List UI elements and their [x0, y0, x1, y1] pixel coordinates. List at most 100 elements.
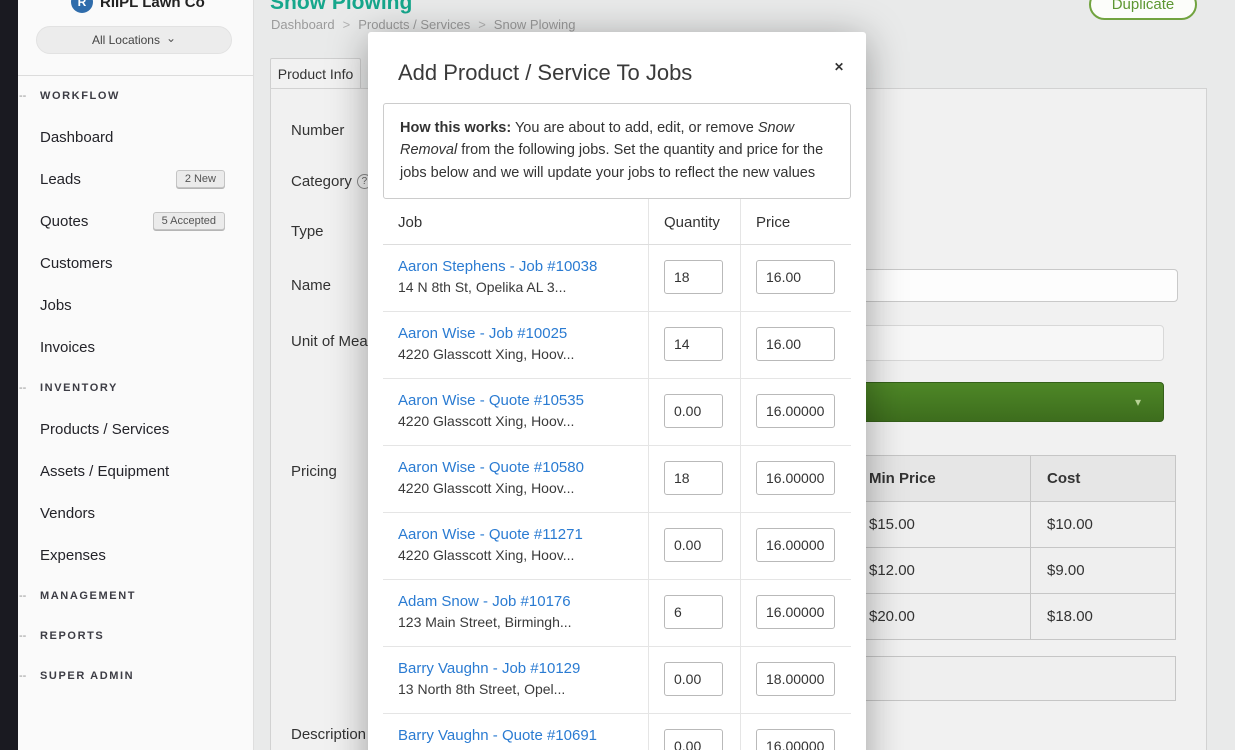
section-dash-icon: --: [19, 382, 26, 394]
job-row: Aaron Wise - Quote #10535 4220 Glasscott…: [383, 379, 851, 446]
job-link[interactable]: Aaron Wise - Job #10025: [398, 325, 633, 342]
note-bold: How this works:: [400, 120, 511, 136]
how-this-works-note: How this works: You are about to add, ed…: [383, 103, 851, 199]
job-link[interactable]: Aaron Stephens - Job #10038: [398, 258, 633, 275]
quotes-badge: 5 Accepted: [153, 212, 225, 230]
sidebar-item-leads[interactable]: Leads 2 New: [18, 158, 253, 200]
locations-label: All Locations: [92, 33, 160, 47]
price-input[interactable]: [756, 260, 835, 294]
min-price-value: $15.00: [852, 502, 1030, 547]
breadcrumb-products-services[interactable]: Products / Services: [358, 17, 470, 32]
nav-item-label: Invoices: [40, 339, 95, 356]
breadcrumb-snow-plowing[interactable]: Snow Plowing: [494, 17, 576, 32]
price-input[interactable]: [756, 595, 835, 629]
sidebar-item-customers[interactable]: Customers: [18, 242, 253, 284]
price-input[interactable]: [756, 528, 835, 562]
job-link[interactable]: Aaron Wise - Quote #11271: [398, 526, 633, 543]
modal-title: Add Product / Service To Jobs: [398, 60, 836, 86]
quantity-input[interactable]: [664, 461, 723, 495]
section-dash-icon: --: [19, 90, 26, 102]
jobs-header-job: Job: [383, 199, 648, 244]
brand-logo-icon: R: [71, 0, 93, 13]
name-label: Name: [291, 277, 331, 294]
quantity-input[interactable]: [664, 260, 723, 294]
quantity-input[interactable]: [664, 528, 723, 562]
chevron-down-icon: ▾: [1135, 395, 1141, 409]
sidebar-item-vendors[interactable]: Vendors: [18, 492, 253, 534]
quantity-input[interactable]: [664, 729, 723, 750]
nav-item-label: Assets / Equipment: [40, 463, 169, 480]
quantity-input[interactable]: [664, 662, 723, 696]
sidebar-item-assets-equipment[interactable]: Assets / Equipment: [18, 450, 253, 492]
nav-section-super-admin[interactable]: -- SUPER ADMIN: [18, 656, 253, 696]
description-label: Description: [291, 726, 366, 743]
breadcrumb: Dashboard > Products / Services > Snow P…: [271, 17, 575, 32]
cost-value: $18.00: [1030, 594, 1175, 639]
nav-section-reports[interactable]: -- REPORTS: [18, 616, 253, 656]
sidebar-item-jobs[interactable]: Jobs: [18, 284, 253, 326]
pricing-header-cost: Cost: [1030, 456, 1175, 501]
chevron-down-icon: ⌄: [166, 31, 176, 45]
breadcrumb-separator: >: [478, 17, 486, 32]
job-link[interactable]: Aaron Wise - Quote #10535: [398, 392, 633, 409]
section-label: WORKFLOW: [40, 90, 120, 102]
jobs-table-header-row: Job Quantity Price: [383, 199, 851, 245]
leads-badge: 2 New: [176, 170, 225, 188]
job-row: Barry Vaughn - Job #10129 13 North 8th S…: [383, 647, 851, 714]
nav-item-label: Dashboard: [40, 129, 113, 146]
sidebar-item-products-services[interactable]: Products / Services: [18, 408, 253, 450]
nav-item-label: Leads: [40, 171, 81, 188]
section-dash-icon: --: [19, 670, 26, 682]
quantity-input[interactable]: [664, 595, 723, 629]
nav-section-workflow: -- WORKFLOW: [18, 76, 253, 116]
sidebar-item-quotes[interactable]: Quotes 5 Accepted: [18, 200, 253, 242]
nav-item-label: Customers: [40, 255, 113, 272]
add-product-to-jobs-modal: Add Product / Service To Jobs ✕ How this…: [368, 32, 866, 750]
sidebar-item-invoices[interactable]: Invoices: [18, 326, 253, 368]
nav-section-inventory: -- INVENTORY: [18, 368, 253, 408]
sidebar-item-dashboard[interactable]: Dashboard: [18, 116, 253, 158]
job-row: Aaron Stephens - Job #10038 14 N 8th St,…: [383, 245, 851, 312]
cost-value: $9.00: [1030, 548, 1175, 593]
nav-section-management[interactable]: -- MANAGEMENT: [18, 576, 253, 616]
brand[interactable]: R RIIPL Lawn Co: [71, 0, 205, 13]
close-icon[interactable]: ✕: [828, 54, 850, 80]
section-label: SUPER ADMIN: [40, 670, 134, 682]
sidebar: R RIIPL Lawn Co All Locations ⌄ -- WORKF…: [18, 0, 254, 750]
locations-dropdown[interactable]: All Locations ⌄: [36, 26, 232, 54]
tab-product-info[interactable]: Product Info: [270, 58, 361, 89]
job-row: Barry Vaughn - Quote #10691 13 North 8th…: [383, 714, 851, 750]
section-label: REPORTS: [40, 630, 104, 642]
breadcrumb-separator: >: [343, 17, 351, 32]
price-input[interactable]: [756, 394, 835, 428]
quantity-input[interactable]: [664, 394, 723, 428]
breadcrumb-dashboard[interactable]: Dashboard: [271, 17, 335, 32]
page-title: Snow Plowing: [270, 0, 412, 15]
job-link[interactable]: Barry Vaughn - Job #10129: [398, 660, 633, 677]
nav-item-label: Expenses: [40, 547, 106, 564]
job-address: 13 North 8th Street, Opel...: [398, 681, 633, 697]
job-link[interactable]: Adam Snow - Job #10176: [398, 593, 633, 610]
quantity-input[interactable]: [664, 327, 723, 361]
modal-header: Add Product / Service To Jobs ✕: [368, 32, 866, 103]
section-label: INVENTORY: [40, 382, 118, 394]
cost-value: $10.00: [1030, 502, 1175, 547]
job-address: 123 Main Street, Birmingh...: [398, 614, 633, 630]
price-input[interactable]: [756, 461, 835, 495]
price-input[interactable]: [756, 729, 835, 750]
price-input[interactable]: [756, 662, 835, 696]
sidebar-item-expenses[interactable]: Expenses: [18, 534, 253, 576]
brand-name: RIIPL Lawn Co: [100, 0, 205, 11]
sidebar-nav: -- WORKFLOW Dashboard Leads 2 New Quotes…: [18, 76, 253, 696]
job-row: Aaron Wise - Job #10025 4220 Glasscott X…: [383, 312, 851, 379]
pricing-label: Pricing: [291, 463, 337, 480]
duplicate-button[interactable]: Duplicate: [1089, 0, 1197, 20]
price-input[interactable]: [756, 327, 835, 361]
nav-item-label: Jobs: [40, 297, 72, 314]
job-address: 14 N 8th St, Opelika AL 3...: [398, 279, 633, 295]
min-price-value: $20.00: [852, 594, 1030, 639]
job-link[interactable]: Barry Vaughn - Quote #10691: [398, 727, 633, 744]
section-dash-icon: --: [19, 590, 26, 602]
job-link[interactable]: Aaron Wise - Quote #10580: [398, 459, 633, 476]
job-row: Adam Snow - Job #10176 123 Main Street, …: [383, 580, 851, 647]
